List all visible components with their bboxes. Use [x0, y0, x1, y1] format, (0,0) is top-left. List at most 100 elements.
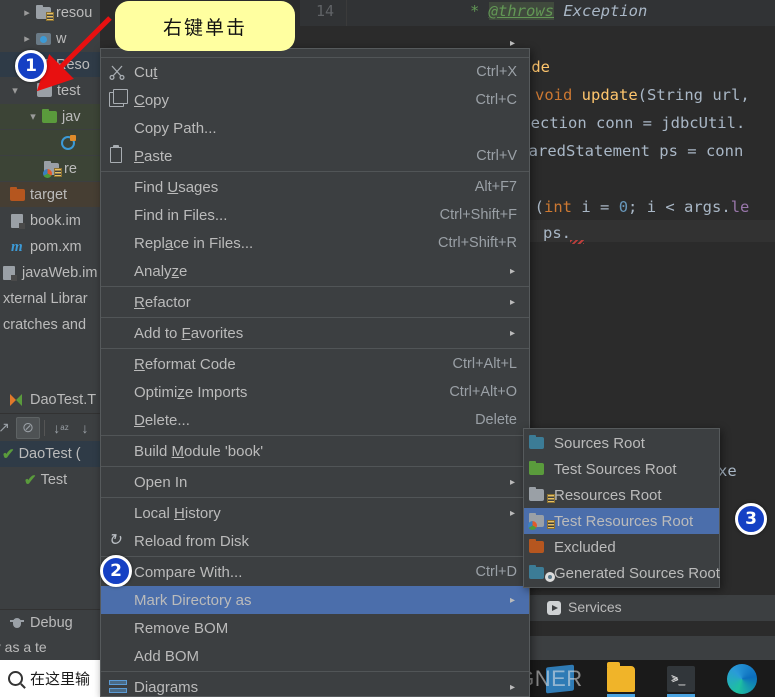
- callout-right-click: 右键单击: [115, 1, 295, 51]
- menu-separator: [101, 317, 529, 318]
- chevron-right-icon: ▸: [509, 594, 515, 606]
- debug-tab-label: Debug: [30, 615, 73, 631]
- code-line-javadoc: * @throws Exception: [470, 2, 648, 20]
- tree-item-scratches[interactable]: cratches and: [0, 312, 100, 337]
- diagram-icon: [104, 678, 134, 696]
- green-folder-icon: [528, 461, 554, 477]
- tree-item-webapp[interactable]: ▸ w: [0, 26, 100, 51]
- tree-item-class[interactable]: [0, 130, 100, 155]
- status-bar-text: rectory as a te: [0, 639, 47, 655]
- menu-item-label: Add to Favorites: [134, 324, 244, 342]
- menu-item-find-in-files[interactable]: Find in Files... Ctrl+Shift+F: [101, 201, 529, 229]
- menu-item-label: Mark Directory as: [134, 591, 252, 609]
- debug-tool-tab[interactable]: Debug: [0, 609, 100, 636]
- menu-item-accel: Delete: [475, 412, 517, 428]
- tree-item-test[interactable]: ▾ test: [0, 78, 100, 103]
- annotation-badge-1: 1: [15, 50, 47, 82]
- submenu-item-label: Excluded: [554, 538, 616, 556]
- resources-folder-icon: [35, 4, 54, 21]
- search-icon: [8, 671, 23, 686]
- test-passed-icon: ✔: [24, 472, 37, 489]
- test-row-daotest[interactable]: ✔ DaoTest (: [0, 441, 100, 467]
- menu-item-refactor[interactable]: Refactor ▸: [101, 288, 529, 316]
- menu-item-reformat-code[interactable]: Reformat Code Ctrl+Alt+L: [101, 350, 529, 378]
- menu-item-open-in[interactable]: Open In ▸: [101, 468, 529, 496]
- menu-item-diagrams[interactable]: Diagrams ▸: [101, 673, 529, 697]
- sort-alphabetically-icon[interactable]: ↓ az: [49, 417, 73, 439]
- test-runner-tab[interactable]: DaoTest.T: [0, 386, 100, 413]
- menu-separator: [101, 348, 529, 349]
- menu-item-copy-path[interactable]: Copy Path...: [101, 114, 529, 142]
- tree-item-pom-xml[interactable]: m pom.xm: [0, 234, 100, 259]
- reload-icon: ↻: [108, 532, 122, 549]
- menu-item-optimize-imports[interactable]: Optimize Imports Ctrl+Alt+O: [101, 378, 529, 406]
- monitor-icon[interactable]: [546, 664, 574, 694]
- tree-item-java[interactable]: ▾ jav: [0, 104, 100, 129]
- chevron-right-icon[interactable]: ▸: [20, 6, 34, 19]
- services-tool-bar[interactable]: d Services: [505, 595, 775, 621]
- menu-item-label: Find Usages: [134, 178, 219, 196]
- context-menu[interactable]: ▸ Cut Ctrl+X Copy Ctrl+C Copy Path... Pa…: [100, 38, 530, 697]
- chevron-right-icon[interactable]: ▸: [20, 32, 34, 45]
- submenu-item-test-sources-root[interactable]: Test Sources Root: [524, 456, 719, 482]
- submenu-item-resources-root[interactable]: Resources Root: [524, 482, 719, 508]
- menu-item-paste[interactable]: Paste Ctrl+V: [101, 142, 529, 170]
- project-tree-panel[interactable]: ▸ resou ▸ w Reso ▾ test ▾ jav re target …: [0, 0, 100, 386]
- submenu-item-label: Test Sources Root: [554, 460, 677, 478]
- menu-item-delete[interactable]: Delete... Delete: [101, 406, 529, 434]
- gray-folder-icon: [36, 82, 54, 99]
- menu-item-reload-from-disk[interactable]: ↻ Reload from Disk: [101, 527, 529, 555]
- submenu-item-generated-sources-root[interactable]: Generated Sources Root: [524, 560, 720, 586]
- menu-item-add-bom[interactable]: Add BOM: [101, 642, 529, 670]
- menu-item-mark-directory-as[interactable]: Mark Directory as ▸: [101, 586, 529, 614]
- test-passed-icon: ✔: [2, 446, 15, 463]
- gray-resources-folder-icon: [528, 487, 555, 503]
- file-explorer-icon[interactable]: [607, 662, 635, 692]
- tree-item-label: pom.xm: [30, 238, 82, 255]
- services-label[interactable]: Services: [568, 599, 622, 615]
- mark-directory-as-submenu[interactable]: Sources Root Test Sources Root Resources…: [523, 428, 720, 588]
- terminal-icon[interactable]: >_: [667, 666, 695, 692]
- menu-item-label: Local History: [134, 504, 221, 522]
- mute-icon[interactable]: ⊘: [16, 416, 40, 439]
- menu-item-copy[interactable]: Copy Ctrl+C: [101, 86, 529, 114]
- menu-item-accel: Ctrl+D: [475, 564, 518, 580]
- chevron-down-icon[interactable]: ▾: [8, 84, 22, 97]
- tree-item-book-iml[interactable]: book.im: [0, 208, 100, 233]
- test-runner-tab-label: DaoTest.T: [30, 391, 97, 408]
- tree-item-javaweb-iml[interactable]: javaWeb.im: [0, 260, 100, 285]
- tree-item-resources[interactable]: ▸ resou: [0, 0, 100, 25]
- menu-item-accel: Ctrl+V: [476, 148, 517, 164]
- test-runner-toolbar[interactable]: ↗ ⊘ ↓az ↓: [0, 413, 100, 441]
- menu-item-compare-with[interactable]: ⇄ Compare With... Ctrl+D: [101, 558, 529, 586]
- run-play-icon[interactable]: [547, 601, 561, 615]
- menu-item-replace-in-files[interactable]: Replace in Files... Ctrl+Shift+R: [101, 229, 529, 257]
- submenu-item-excluded[interactable]: Excluded: [524, 534, 719, 560]
- kotlin-class-icon: [59, 134, 77, 151]
- menu-item-find-usages[interactable]: Find Usages Alt+F7: [101, 173, 529, 201]
- tree-item-test-resources[interactable]: re: [0, 156, 100, 181]
- submenu-item-label: Test Resources Root: [554, 512, 694, 530]
- test-results-tree[interactable]: ✔ DaoTest ( ✔ Test: [0, 441, 100, 609]
- submenu-item-test-resources-root[interactable]: Test Resources Root: [524, 508, 719, 534]
- menu-item-build-module[interactable]: Build Module 'book': [101, 437, 529, 465]
- tree-item-external-libraries[interactable]: xternal Librar: [0, 286, 100, 311]
- menu-item-cut[interactable]: Cut Ctrl+X: [101, 58, 529, 86]
- menu-item-label: Cut: [134, 63, 158, 81]
- sort-duration-icon[interactable]: ↓: [73, 417, 97, 439]
- tree-item-target[interactable]: target: [0, 182, 100, 207]
- edge-browser-icon[interactable]: [727, 664, 757, 694]
- chevron-down-icon[interactable]: ▾: [26, 110, 40, 123]
- menu-item-add-to-favorites[interactable]: Add to Favorites ▸: [101, 319, 529, 347]
- submenu-item-sources-root[interactable]: Sources Root: [524, 430, 719, 456]
- menu-item-local-history[interactable]: Local History ▸: [101, 499, 529, 527]
- menu-separator: [101, 671, 529, 672]
- iml-file-icon: [1, 265, 19, 281]
- menu-item-analyze[interactable]: Analyze ▸: [101, 257, 529, 285]
- menu-item-remove-bom[interactable]: Remove BOM: [101, 614, 529, 642]
- tree-item-label: resou: [56, 4, 93, 21]
- test-row-label: DaoTest (: [18, 446, 81, 462]
- rerun-failed-icon[interactable]: ↗: [0, 417, 16, 439]
- test-row-test[interactable]: ✔ Test: [0, 467, 100, 493]
- menu-item-label: Replace in Files...: [134, 234, 254, 252]
